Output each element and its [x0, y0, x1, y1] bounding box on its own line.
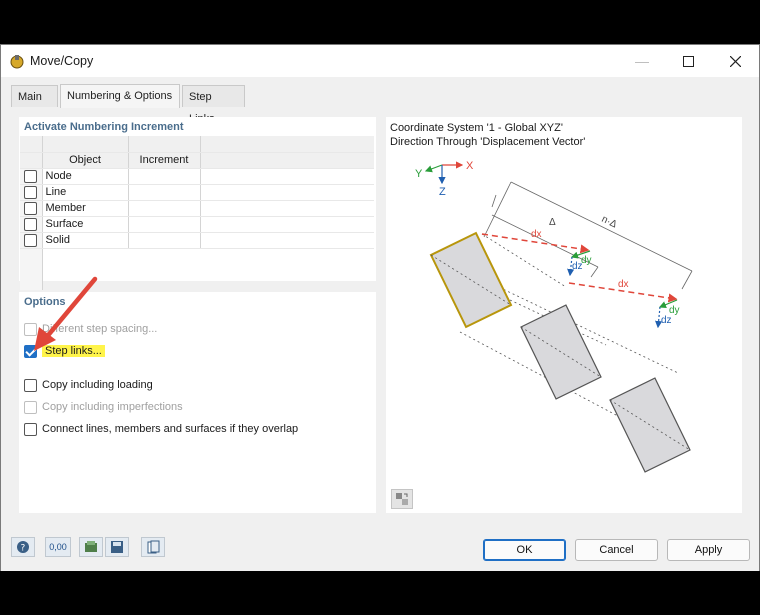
numbering-title: Activate Numbering Increment: [24, 121, 184, 133]
cancel-button[interactable]: Cancel: [575, 539, 658, 561]
row-label-node: Node: [42, 168, 129, 185]
axis-triad-icon: X Y Z: [415, 160, 474, 198]
n-delta-label: n·Δ: [600, 214, 619, 231]
table-row: Surface: [20, 216, 374, 233]
minimize-icon: —: [635, 53, 649, 69]
row-label-line: Line: [42, 184, 129, 201]
preview-panel: Coordinate System '1 - Global XYZ' Direc…: [386, 117, 742, 513]
ok-button[interactable]: OK: [483, 539, 566, 561]
dx-label-2: dx: [618, 279, 629, 290]
units-value: 0,00: [49, 542, 67, 552]
dy-label-1: dy: [581, 255, 592, 266]
connect-overlap-option[interactable]: Connect lines, members and surfaces if t…: [24, 421, 298, 437]
copy-including-loading-checkbox[interactable]: [24, 378, 37, 392]
load-settings-icon: [85, 541, 97, 552]
footer-bar: ? 0,00 OK Cancel Apply: [1, 527, 759, 571]
row-label-member: Member: [42, 200, 129, 217]
numbering-table: Object Increment Node Line Member Surfac…: [20, 136, 374, 290]
view-options-icon: [396, 493, 408, 505]
table-row: Node: [20, 168, 374, 185]
table-row: Member: [20, 200, 374, 217]
line-checkbox[interactable]: [24, 185, 38, 199]
annotation-arrow-icon: [34, 276, 98, 351]
col-increment-header: Increment: [128, 152, 201, 169]
tab-numbering-options[interactable]: Numbering & Options: [60, 84, 180, 108]
move-copy-dialog: Move/Copy — Main Numbering & Options Ste…: [0, 44, 760, 571]
maximize-icon: [682, 55, 694, 67]
axis-y-label: Y: [415, 168, 423, 180]
copy-including-imperfections-option[interactable]: Copy including imperfections: [24, 399, 183, 415]
minimize-button[interactable]: —: [619, 45, 665, 77]
copy-settings-button[interactable]: [141, 537, 165, 557]
increment-cell[interactable]: [128, 200, 201, 217]
help-button[interactable]: ?: [11, 537, 35, 557]
svg-text:?: ?: [21, 544, 26, 554]
surface-checkbox[interactable]: [24, 217, 38, 231]
increment-cell[interactable]: [128, 168, 201, 185]
table-row: Solid: [20, 232, 374, 249]
dx-label-1: dx: [531, 229, 542, 240]
copy-including-loading-label: Copy including loading: [42, 379, 153, 391]
table-row: Line: [20, 184, 374, 201]
connect-overlap-checkbox[interactable]: [24, 422, 37, 436]
solid-checkbox[interactable]: [24, 233, 38, 247]
axis-x-label: X: [466, 160, 474, 172]
displacement-diagram: X Y Z Δ n·Δ dx dx dy dz dy dz: [415, 160, 693, 473]
dz-label-1: dz: [572, 261, 583, 272]
move-copy-app-icon: [10, 55, 24, 69]
title-bar: Move/Copy —: [1, 45, 759, 77]
copy-1-surface: [520, 304, 602, 400]
row-label-solid: Solid: [42, 232, 129, 249]
window-title: Move/Copy: [30, 54, 94, 68]
connect-overlap-label: Connect lines, members and surfaces if t…: [42, 423, 299, 435]
save-settings-button[interactable]: [105, 537, 129, 557]
col-object-header: Object: [42, 152, 129, 169]
copy-including-imperfections-checkbox[interactable]: [24, 400, 37, 414]
axis-z-label: Z: [439, 186, 446, 198]
units-button[interactable]: 0,00: [45, 537, 71, 557]
original-surface: [429, 231, 513, 329]
dz-label-2: dz: [661, 315, 672, 326]
copy-including-imperfections-label: Copy including imperfections: [42, 401, 183, 413]
row-label-surface: Surface: [42, 216, 129, 233]
load-settings-button[interactable]: [79, 537, 103, 557]
node-checkbox[interactable]: [24, 169, 38, 183]
copy-2-surface: [609, 377, 691, 473]
increment-cell[interactable]: [128, 184, 201, 201]
numbering-panel: Activate Numbering Increment Object Incr…: [19, 117, 376, 290]
tab-step-links[interactable]: Step Links: [182, 85, 245, 125]
maximize-button[interactable]: [665, 45, 711, 77]
increment-cell[interactable]: [128, 216, 201, 233]
clipboard-icon: [147, 540, 160, 554]
copy-including-loading-option[interactable]: Copy including loading: [24, 377, 153, 393]
help-icon: ?: [17, 541, 29, 554]
delta-label: Δ: [549, 217, 556, 228]
tab-main[interactable]: Main: [11, 85, 58, 107]
diagram-view-button[interactable]: [391, 489, 413, 509]
close-button[interactable]: [712, 45, 758, 77]
member-checkbox[interactable]: [24, 201, 38, 215]
save-settings-icon: [111, 541, 123, 553]
close-icon: [729, 55, 741, 67]
increment-cell[interactable]: [128, 232, 201, 249]
apply-button[interactable]: Apply: [667, 539, 750, 561]
